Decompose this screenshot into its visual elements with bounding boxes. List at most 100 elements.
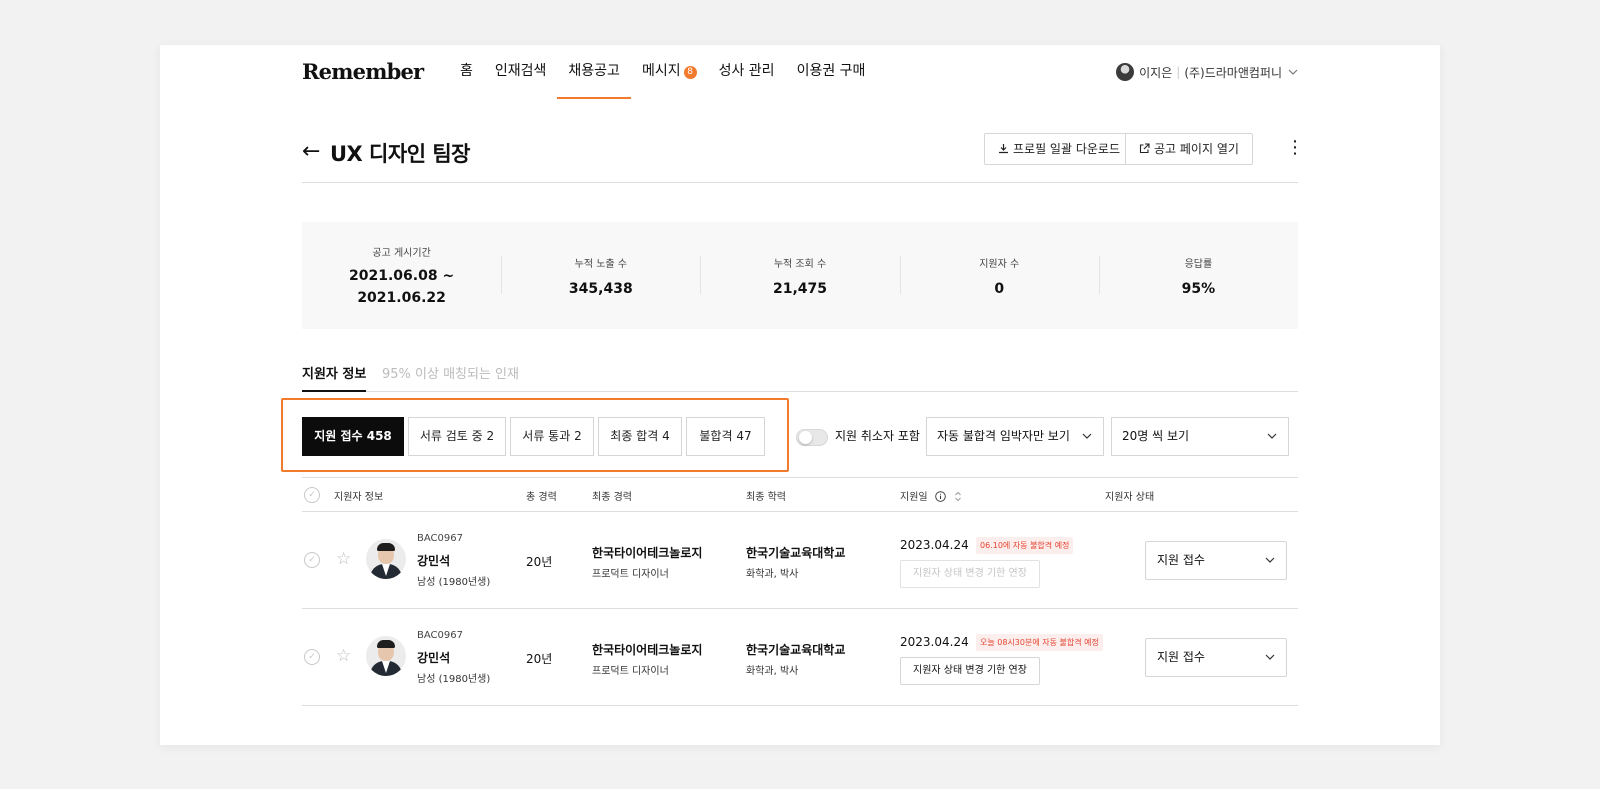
stat-impressions-label: 누적 노출 수 [574, 259, 627, 270]
stat-impressions-value: 345,438 [568, 281, 633, 297]
header-last-career: 최종 경력 [592, 492, 632, 503]
open-post-page-label: 공고 페이지 열기 [1154, 142, 1239, 156]
applicant-name[interactable]: 강민석 [417, 552, 450, 569]
menu-home[interactable]: 홈 [449, 45, 484, 97]
include-cancelled-label: 지원 취소자 포함 [835, 429, 920, 443]
applicant-name[interactable]: 강민석 [417, 649, 450, 666]
stat-impressions: 누적 노출 수 345,438 [501, 222, 700, 329]
menu-purchase[interactable]: 이용권 구매 [786, 45, 877, 97]
chevron-down-icon [1265, 557, 1275, 563]
row-check-icon[interactable]: ✓ [304, 552, 320, 568]
external-link-icon [1139, 143, 1150, 154]
stat-response: 응답률 95% [1098, 222, 1298, 329]
career-years: 20년 [526, 652, 553, 666]
auto-reject-tag: 06.10에 자동 불합격 예정 [976, 537, 1074, 554]
chip-passed[interactable]: 서류 통과 2 [510, 417, 594, 456]
menu-messages[interactable]: 메시지 8 [631, 45, 708, 97]
stat-views: 누적 조회 수 21,475 [700, 222, 899, 329]
stat-period-end: 2021.06.22 [357, 290, 446, 306]
chip-reviewing[interactable]: 서류 검토 중 2 [408, 417, 506, 456]
filter-row: 지원 접수 458 서류 검토 중 2 서류 통과 2 최종 합격 4 불합격 … [302, 417, 1298, 457]
download-profiles-label: 프로필 일괄 다운로드 [1013, 142, 1120, 156]
applied-date: 2023.04.24 [900, 635, 969, 649]
auto-reject-tag: 오늘 08시30분에 자동 불합격 예정 [976, 634, 1103, 651]
stat-response-value: 95% [1181, 281, 1216, 297]
info-icon[interactable] [935, 491, 946, 502]
chevron-down-icon [1265, 654, 1275, 660]
applicant-gender: 남성 (1980년생) [417, 577, 491, 588]
download-profiles-button[interactable]: 프로필 일괄 다운로드 [984, 133, 1134, 165]
status-select[interactable]: 지원 접수 [1145, 638, 1287, 677]
stat-period: 공고 게시기간 2021.06.08 ~ 2021.06.22 [302, 222, 501, 329]
menu-job-posts[interactable]: 채용공고 [557, 45, 631, 99]
user-separator: | [1176, 65, 1181, 79]
chevron-down-icon [1288, 69, 1298, 75]
tab-matching-talent[interactable]: 95% 이상 매칭되는 인재 [382, 363, 519, 387]
stat-period-label: 공고 게시기간 [372, 248, 431, 259]
table-row[interactable]: ✓ ☆ BAC0967 강민석 남성 (1980년생) 20년 한국타이어테크놀… [302, 609, 1298, 706]
page-size-select[interactable]: 20명 씩 보기 [1111, 417, 1289, 456]
major: 화학과, 박사 [746, 666, 799, 677]
status-select[interactable]: 지원 접수 [1145, 541, 1287, 580]
stat-applicants-value: 0 [994, 281, 1005, 297]
message-count-badge: 8 [683, 66, 697, 79]
menu-deals[interactable]: 성사 관리 [708, 45, 786, 97]
applicant-code: BAC0967 [417, 630, 463, 641]
star-icon[interactable]: ☆ [336, 646, 351, 666]
status-value: 지원 접수 [1157, 553, 1205, 567]
major: 화학과, 박사 [746, 569, 799, 580]
open-post-page-button[interactable]: 공고 페이지 열기 [1125, 133, 1253, 165]
school: 한국기술교육대학교 [746, 643, 846, 657]
user-menu[interactable]: 이지은 | (주)드라마앤컴퍼니 [1116, 63, 1298, 81]
row-check-icon[interactable]: ✓ [304, 649, 320, 665]
stat-applicants-label: 지원자 수 [979, 259, 1020, 270]
include-cancelled-toggle[interactable] [796, 429, 828, 446]
chip-final-pass[interactable]: 최종 합격 4 [598, 417, 682, 456]
header-status: 지원자 상태 [1105, 492, 1155, 503]
company-name: (주)드라마앤컴퍼니 [1184, 65, 1282, 80]
download-icon [999, 144, 1008, 154]
chip-rejected[interactable]: 불합격 47 [686, 417, 765, 456]
career-years: 20년 [526, 555, 553, 569]
extend-deadline-button[interactable]: 지원자 상태 변경 기한 연장 [900, 657, 1040, 685]
last-role: 프로덕트 디자이너 [592, 569, 669, 580]
header-total-career: 총 경력 [526, 492, 557, 503]
auto-reject-filter-value: 자동 불합격 임박자만 보기 [937, 429, 1070, 443]
stats-panel: 공고 게시기간 2021.06.08 ~ 2021.06.22 누적 노출 수 … [302, 222, 1298, 329]
select-all-check-icon[interactable]: ✓ [304, 487, 320, 503]
table-row[interactable]: ✓ ☆ BAC0967 강민석 남성 (1980년생) 20년 한국타이어테크놀… [302, 512, 1298, 609]
stat-views-label: 누적 조회 수 [773, 259, 827, 270]
stat-views-value: 21,475 [772, 281, 828, 297]
back-arrow-icon[interactable]: ← [302, 139, 320, 164]
main-menu: 홈 인재검색 채용공고 메시지 8 성사 관리 이용권 구매 [449, 45, 877, 99]
main-card: Remember 홈 인재검색 채용공고 메시지 8 성사 관리 이용권 구매 이… [160, 45, 1440, 745]
applicant-code: BAC0967 [417, 533, 463, 544]
header-applied-date-label: 지원일 [900, 492, 928, 503]
tab-bar: 지원자 정보 95% 이상 매칭되는 인재 [302, 363, 1298, 392]
menu-messages-label: 메시지 [641, 63, 681, 79]
title-row: ← UX 디자인 팀장 프로필 일괄 다운로드 공고 페이지 열기 ⋮ [302, 133, 1304, 183]
header-applied-date[interactable]: 지원일 [900, 488, 962, 503]
menu-talent-search[interactable]: 인재검색 [484, 45, 558, 97]
stat-response-label: 응답률 [1184, 259, 1213, 270]
more-options-icon[interactable]: ⋮ [1286, 137, 1304, 159]
stat-applicants: 지원자 수 0 [899, 222, 1099, 329]
tab-applicant-info[interactable]: 지원자 정보 [302, 363, 367, 392]
last-role: 프로덕트 디자이너 [592, 666, 669, 677]
school: 한국기술교육대학교 [746, 546, 846, 560]
star-icon[interactable]: ☆ [336, 549, 351, 569]
applied-date: 2023.04.24 [900, 538, 969, 552]
top-nav: Remember 홈 인재검색 채용공고 메시지 8 성사 관리 이용권 구매 이… [302, 45, 1298, 99]
logo[interactable]: Remember [302, 59, 424, 84]
applicant-gender: 남성 (1980년생) [417, 674, 491, 685]
auto-reject-filter-select[interactable]: 자동 불합격 임박자만 보기 [926, 417, 1104, 456]
avatar [366, 636, 406, 676]
avatar [366, 539, 406, 579]
table-header: ✓ 지원자 정보 총 경력 최종 경력 최종 학력 지원일 지원자 상태 [302, 477, 1298, 512]
last-company: 한국타이어테크놀로지 [592, 643, 703, 657]
chevron-down-icon [1267, 433, 1277, 439]
user-name: 이지은 [1139, 65, 1173, 80]
chip-received[interactable]: 지원 접수 458 [302, 417, 404, 456]
sort-icon[interactable] [954, 491, 962, 502]
extend-deadline-button[interactable]: 지원자 상태 변경 기한 연장 [900, 560, 1040, 588]
